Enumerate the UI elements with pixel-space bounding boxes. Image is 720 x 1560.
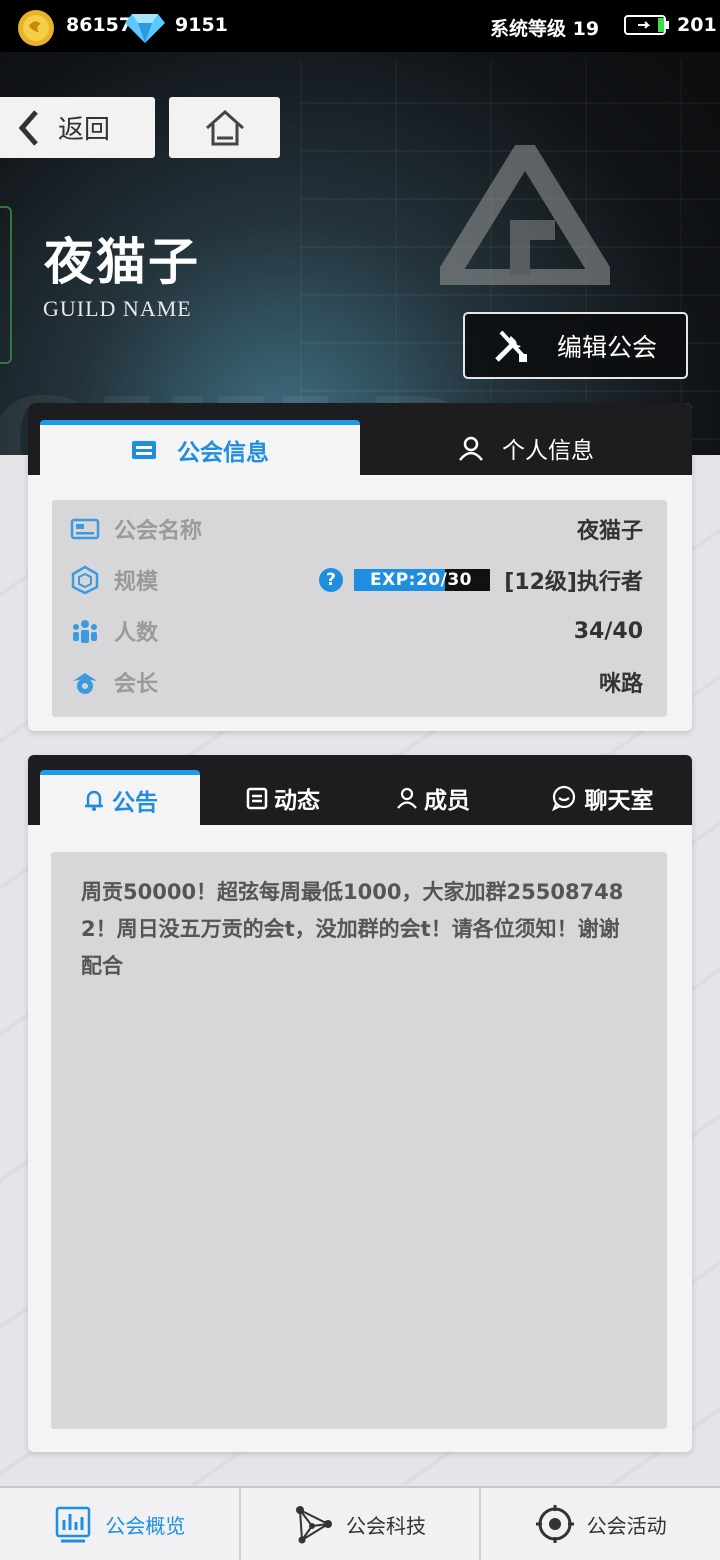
battery-icon	[624, 15, 669, 35]
guild-info-card: 公会信息 个人信息 公会名称 夜猫子 规模 ? EXP:20/30 [12级]执…	[28, 403, 692, 731]
id-card-icon	[132, 441, 156, 459]
announcement-text: 周贡50000！超弦每周最低1000，大家加群255087482！周日没五万贡的…	[81, 880, 624, 978]
group-icon	[73, 620, 97, 643]
nav-label: 公会科技	[346, 1513, 426, 1538]
exp-text: EXP:20/30	[370, 570, 473, 590]
leader-hat-icon	[73, 673, 97, 694]
network-icon	[296, 1506, 332, 1544]
info-label: 人数	[114, 621, 159, 646]
info-row-guild-name: 公会名称 夜猫子	[52, 509, 667, 549]
id-card-icon	[70, 518, 100, 540]
person-icon	[459, 436, 483, 461]
coin-icon	[18, 10, 54, 46]
nav-label: 公会活动	[586, 1513, 667, 1538]
back-label: 返回	[58, 115, 111, 145]
tab-label: 聊天室	[584, 787, 654, 814]
announcement-panel: 周贡50000！超弦每周最低1000，大家加群255087482！周日没五万贡的…	[51, 852, 667, 1429]
side-drawer-handle[interactable]	[0, 206, 12, 364]
guild-subtitle: GUILD NAME	[43, 296, 192, 321]
tab-personal-info[interactable]: 个人信息	[360, 420, 692, 475]
edit-guild-label: 编辑公会	[557, 332, 658, 362]
clipboard-icon	[246, 787, 268, 809]
tab-label: 个人信息	[502, 437, 594, 464]
nav-guild-events[interactable]: 公会活动	[481, 1488, 720, 1560]
home-button[interactable]	[169, 97, 280, 158]
tab-activity[interactable]: 动态	[208, 770, 358, 825]
nav-guild-tech[interactable]: 公会科技	[241, 1488, 482, 1560]
guild-name-value: 夜猫子	[576, 519, 643, 544]
guild-level-value: [12级]执行者	[504, 570, 643, 595]
help-icon[interactable]: ?	[319, 568, 343, 592]
guild-notice-card: 公告 动态 成员 聊天室 周贡50000！超弦每周最低1000，大家加群2550…	[28, 755, 692, 1452]
battery-level: 201	[677, 14, 717, 36]
system-level: 系统等级 19	[490, 18, 600, 40]
gem-count: 9151	[175, 14, 228, 36]
info-label: 公会名称	[114, 519, 203, 544]
tab-label: 公告	[112, 790, 158, 816]
member-count-value: 34/40	[573, 618, 643, 644]
cube-icon	[71, 565, 99, 595]
bottom-navigation: 公会概览 公会科技 公会活动	[0, 1486, 720, 1560]
tab-chatroom[interactable]: 聊天室	[522, 770, 682, 825]
target-icon	[535, 1505, 574, 1543]
diamond-icon	[125, 14, 165, 43]
tab-guild-info[interactable]: 公会信息	[40, 420, 360, 475]
person-icon	[397, 787, 417, 809]
back-button[interactable]: 返回	[0, 97, 155, 158]
tab-label: 动态	[274, 787, 320, 814]
chevron-left-icon	[18, 109, 38, 146]
info-row-leader: 会长 咪路	[52, 662, 667, 702]
status-bar: 86157 9151 系统等级 19 201	[0, 0, 720, 52]
coin-count: 86157	[66, 14, 133, 36]
leader-name-value: 咪路	[598, 672, 643, 697]
nav-label: 公会概览	[105, 1513, 186, 1538]
info-row-members: 人数 34/40	[52, 611, 667, 651]
chart-icon	[56, 1506, 91, 1543]
tab-members[interactable]: 成员	[358, 770, 508, 825]
home-icon	[205, 109, 244, 145]
nav-guild-overview[interactable]: 公会概览	[0, 1488, 241, 1560]
tab-label: 成员	[424, 787, 470, 814]
guild-emblem-icon	[440, 145, 610, 285]
chat-icon	[551, 785, 575, 811]
tab-announcement[interactable]: 公告	[40, 770, 200, 825]
edit-guild-button[interactable]: 编辑公会	[463, 312, 688, 379]
tab-label: 公会信息	[177, 440, 269, 466]
info-label: 规模	[114, 570, 159, 595]
info-row-scale: 规模 ? EXP:20/30 [12级]执行者	[52, 560, 667, 600]
bell-icon	[85, 790, 103, 811]
guild-info-panel: 公会名称 夜猫子 规模 ? EXP:20/30 [12级]执行者 人数 34/4…	[52, 500, 667, 717]
info-label: 会长	[114, 672, 159, 697]
guild-title: 夜猫子	[44, 232, 200, 291]
tools-icon	[495, 330, 527, 362]
exp-progress-bar: EXP:20/30	[354, 569, 490, 591]
